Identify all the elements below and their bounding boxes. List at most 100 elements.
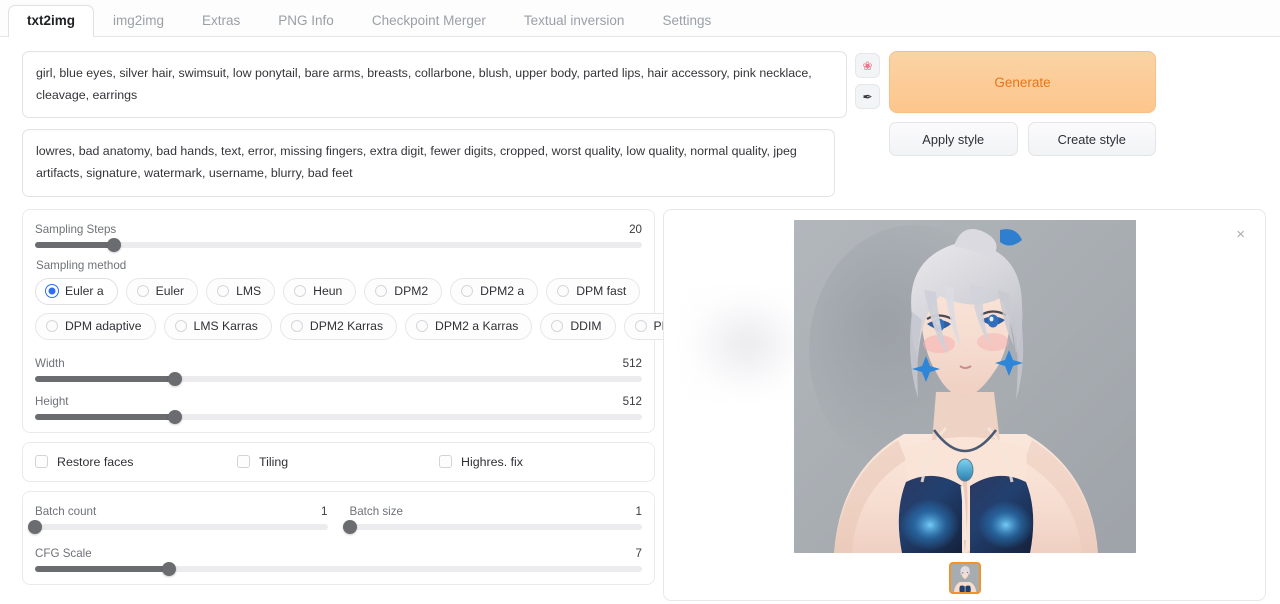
tab-textual-inversion[interactable]: Textual inversion bbox=[505, 5, 644, 37]
sampling-steps-track[interactable] bbox=[35, 237, 642, 252]
palette-icon[interactable]: ❀ bbox=[855, 53, 880, 78]
prompt-and-actions-row: girl, blue eyes, silver hair, swimsuit, … bbox=[0, 37, 1280, 197]
batch-count-value: 1 bbox=[321, 504, 328, 518]
cfg-scale-label: CFG Scale bbox=[35, 546, 92, 560]
sampling-method-group: Euler a Euler LMS Heun DPM2 DPM2 a DPM f… bbox=[35, 277, 701, 340]
generated-image-art bbox=[793, 219, 1136, 553]
sampling-steps-head: Sampling Steps 20 bbox=[35, 223, 642, 236]
radio-dot-icon bbox=[46, 285, 58, 298]
width-label: Width bbox=[35, 356, 65, 370]
sampler-dpm2-karras[interactable]: DPM2 Karras bbox=[279, 312, 398, 340]
tab-checkpoint-merger[interactable]: Checkpoint Merger bbox=[353, 5, 505, 37]
tab-extras[interactable]: Extras bbox=[183, 5, 259, 37]
height-thumb[interactable] bbox=[167, 409, 182, 424]
sampler-ddim[interactable]: DDIM bbox=[540, 312, 616, 340]
sampler-dpm2[interactable]: DPM2 bbox=[364, 277, 443, 305]
apply-style-button[interactable]: Apply style bbox=[889, 122, 1018, 156]
tiling-checkbox[interactable]: Tiling bbox=[237, 455, 439, 469]
tab-img2img[interactable]: img2img bbox=[94, 5, 183, 37]
positive-prompt-line: girl, blue eyes, silver hair, swimsuit, … bbox=[22, 51, 880, 119]
result-thumbnail[interactable] bbox=[948, 561, 981, 594]
generate-button[interactable]: Generate bbox=[889, 51, 1156, 113]
tab-settings[interactable]: Settings bbox=[643, 5, 730, 37]
radio-dot-icon bbox=[290, 320, 303, 333]
radio-dot-icon bbox=[217, 285, 230, 298]
highres-fix-label: Highres. fix bbox=[461, 454, 523, 469]
sampling-method-label: Sampling method bbox=[36, 258, 127, 272]
sampler-dpm2-a[interactable]: DPM2 a bbox=[450, 277, 539, 305]
main-body: Sampling Steps 20 Sampling method Euler … bbox=[0, 197, 1280, 601]
toggles-card: Restore faces Tiling Highres. fix bbox=[22, 441, 655, 482]
create-style-button[interactable]: Create style bbox=[1027, 122, 1156, 156]
width-fill bbox=[35, 375, 175, 382]
radio-dot-icon bbox=[461, 285, 474, 298]
tab-png-info[interactable]: PNG Info bbox=[259, 5, 353, 37]
sampler-label: LMS bbox=[236, 284, 262, 299]
checkbox-icon bbox=[237, 455, 250, 469]
cfg-scale-thumb[interactable] bbox=[161, 561, 176, 576]
radio-dot-icon bbox=[557, 285, 570, 298]
height-value: 512 bbox=[622, 394, 642, 408]
sampler-label: LMS Karras bbox=[193, 319, 258, 334]
sampler-heun[interactable]: Heun bbox=[283, 277, 357, 305]
close-icon[interactable]: × bbox=[1236, 227, 1245, 242]
cfg-scale-head: CFG Scale 7 bbox=[35, 547, 642, 560]
sampler-dpm2-a-karras[interactable]: DPM2 a Karras bbox=[405, 312, 533, 340]
batch-size-label: Batch size bbox=[349, 504, 404, 518]
negative-prompt-line: lowres, bad anatomy, bad hands, text, er… bbox=[22, 129, 880, 197]
sampling-steps-thumb[interactable] bbox=[106, 237, 121, 252]
sampler-dpm-fast[interactable]: DPM fast bbox=[546, 277, 641, 305]
batch-count-track[interactable] bbox=[28, 519, 328, 534]
sampling-steps-fill bbox=[35, 241, 114, 248]
sampler-euler-a[interactable]: Euler a bbox=[35, 277, 118, 305]
radio-dot-icon bbox=[294, 285, 307, 298]
cfg-scale-slider[interactable]: CFG Scale 7 bbox=[35, 544, 642, 576]
sampler-label: DPM2 a bbox=[480, 284, 525, 299]
width-slider[interactable]: Width 512 bbox=[35, 354, 642, 386]
tab-bar: txt2img img2img Extras PNG Info Checkpoi… bbox=[0, 0, 1280, 37]
height-head: Height 512 bbox=[35, 395, 642, 408]
batch-size-slider[interactable]: Batch size 1 bbox=[342, 502, 643, 534]
brush-icon[interactable]: ✒ bbox=[855, 84, 880, 109]
sampling-steps-slider[interactable]: Sampling Steps 20 bbox=[35, 220, 642, 252]
radio-dot-icon bbox=[416, 320, 429, 333]
batch-size-head: Batch size 1 bbox=[350, 505, 643, 518]
width-track[interactable] bbox=[35, 371, 642, 386]
cfg-scale-value: 7 bbox=[635, 546, 642, 560]
sampling-card: Sampling Steps 20 Sampling method Euler … bbox=[22, 208, 701, 433]
height-slider[interactable]: Height 512 bbox=[35, 392, 642, 424]
checkbox-icon bbox=[439, 455, 452, 469]
sampler-lms[interactable]: LMS bbox=[206, 277, 276, 305]
checkbox-icon bbox=[35, 455, 48, 469]
toggles-row: Restore faces Tiling Highres. fix bbox=[35, 455, 642, 469]
cfg-scale-track[interactable] bbox=[35, 561, 642, 576]
positive-prompt-input[interactable]: girl, blue eyes, silver hair, swimsuit, … bbox=[22, 51, 847, 119]
sampling-steps-value: 20 bbox=[629, 222, 642, 236]
actions-column: Generate Apply style Create style bbox=[880, 51, 1170, 156]
batch-count-label: Batch count bbox=[35, 504, 97, 518]
height-track[interactable] bbox=[35, 409, 642, 424]
settings-column: Sampling Steps 20 Sampling method Euler … bbox=[0, 208, 701, 601]
width-thumb[interactable] bbox=[167, 371, 182, 386]
height-label: Height bbox=[35, 394, 69, 408]
prompt-column: girl, blue eyes, silver hair, swimsuit, … bbox=[0, 51, 880, 197]
sampler-lms-karras[interactable]: LMS Karras bbox=[163, 312, 272, 340]
restore-faces-checkbox[interactable]: Restore faces bbox=[35, 455, 237, 469]
batch-count-slider[interactable]: Batch count 1 bbox=[28, 502, 328, 534]
batch-row: Batch count 1 Batch size 1 bbox=[28, 502, 643, 534]
highres-fix-checkbox[interactable]: Highres. fix bbox=[439, 455, 523, 469]
tab-txt2img[interactable]: txt2img bbox=[8, 4, 95, 37]
radio-dot-icon bbox=[634, 320, 647, 333]
batch-count-thumb[interactable] bbox=[28, 519, 42, 534]
generated-image[interactable] bbox=[793, 219, 1136, 553]
batch-size-track[interactable] bbox=[342, 519, 642, 534]
radio-dot-icon bbox=[174, 320, 187, 333]
sampler-label: DPM2 a Karras bbox=[435, 319, 519, 334]
height-fill bbox=[35, 413, 175, 420]
batch-size-thumb[interactable] bbox=[342, 519, 357, 534]
sampler-dpm-adaptive[interactable]: DPM adaptive bbox=[35, 312, 156, 340]
negative-prompt-input[interactable]: lowres, bad anatomy, bad hands, text, er… bbox=[22, 129, 835, 197]
batch-card: Batch count 1 Batch size 1 CFG Scale 7 bbox=[22, 490, 655, 585]
sampling-method-row-1: Euler a Euler LMS Heun DPM2 DPM2 a DPM f… bbox=[35, 277, 642, 305]
sampler-euler[interactable]: Euler bbox=[125, 277, 199, 305]
